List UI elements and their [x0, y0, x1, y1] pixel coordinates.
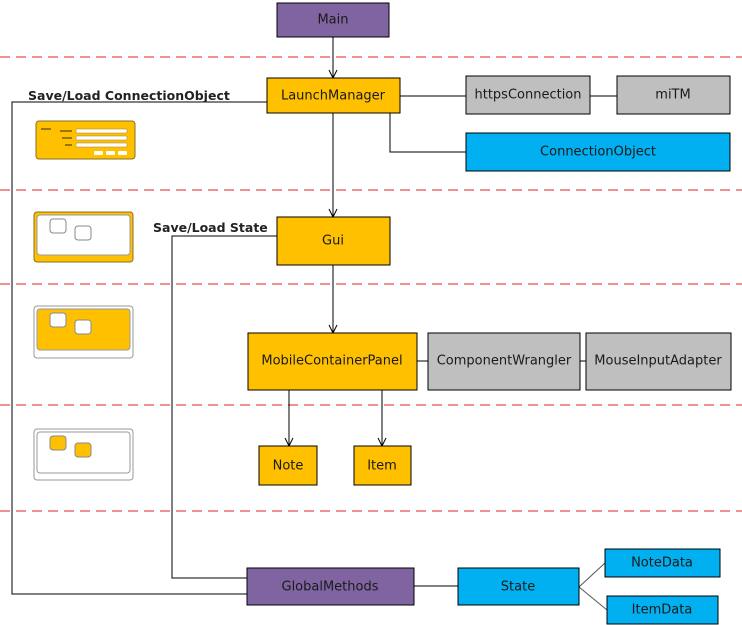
- node-global-methods[interactable]: GlobalMethods: [246, 567, 415, 606]
- panel-icon: [33, 305, 134, 359]
- svg-text:State: State: [501, 580, 535, 595]
- node-gui[interactable]: Gui: [276, 216, 391, 266]
- node-item[interactable]: Item: [353, 445, 412, 486]
- line-save-load-state: [171, 235, 277, 579]
- architecture-diagram: Save/Load ConnectionObject Save/Load Sta…: [0, 2, 742, 625]
- node-launch-manager[interactable]: LaunchManager: [266, 77, 401, 114]
- node-note-data[interactable]: NoteData: [604, 548, 721, 578]
- svg-text:miTM: miTM: [655, 88, 690, 103]
- node-component-wrangler[interactable]: ComponentWrangler: [427, 332, 581, 391]
- node-mouse-input-adapter[interactable]: MouseInputAdapter: [585, 332, 732, 391]
- svg-text:MouseInputAdapter: MouseInputAdapter: [594, 354, 722, 369]
- connection-form-icon: [35, 120, 136, 160]
- svg-text:httpsConnection: httpsConnection: [474, 88, 581, 103]
- svg-text:ItemData: ItemData: [632, 603, 693, 618]
- line-launch-connobj: [389, 113, 466, 153]
- node-mitm[interactable]: miTM: [616, 75, 731, 115]
- svg-text:NoteData: NoteData: [631, 556, 693, 571]
- node-note[interactable]: Note: [258, 445, 318, 486]
- line-state-itemdata: [578, 586, 608, 611]
- save-load-connection-label: Save/Load ConnectionObject: [28, 88, 230, 103]
- svg-text:ConnectionObject: ConnectionObject: [540, 145, 656, 160]
- svg-text:MobileContainerPanel: MobileContainerPanel: [261, 354, 402, 369]
- svg-text:Main: Main: [317, 13, 348, 28]
- line-state-notedata: [578, 562, 606, 588]
- svg-text:Gui: Gui: [322, 234, 344, 249]
- components-icon: [33, 428, 134, 481]
- svg-text:Note: Note: [273, 459, 304, 474]
- node-main[interactable]: Main: [276, 2, 390, 38]
- save-load-state-label: Save/Load State: [153, 220, 268, 235]
- svg-text:Item: Item: [367, 459, 397, 474]
- node-https-connection[interactable]: httpsConnection: [465, 75, 591, 115]
- node-connection-object[interactable]: ConnectionObject: [465, 132, 731, 172]
- node-state[interactable]: State: [457, 567, 580, 606]
- svg-text:LaunchManager: LaunchManager: [281, 89, 386, 104]
- node-item-data[interactable]: ItemData: [606, 595, 719, 625]
- svg-text:ComponentWrangler: ComponentWrangler: [437, 354, 572, 369]
- node-mobile-container-panel[interactable]: MobileContainerPanel: [247, 332, 418, 391]
- window-frame-icon: [33, 211, 134, 263]
- svg-text:GlobalMethods: GlobalMethods: [282, 580, 379, 595]
